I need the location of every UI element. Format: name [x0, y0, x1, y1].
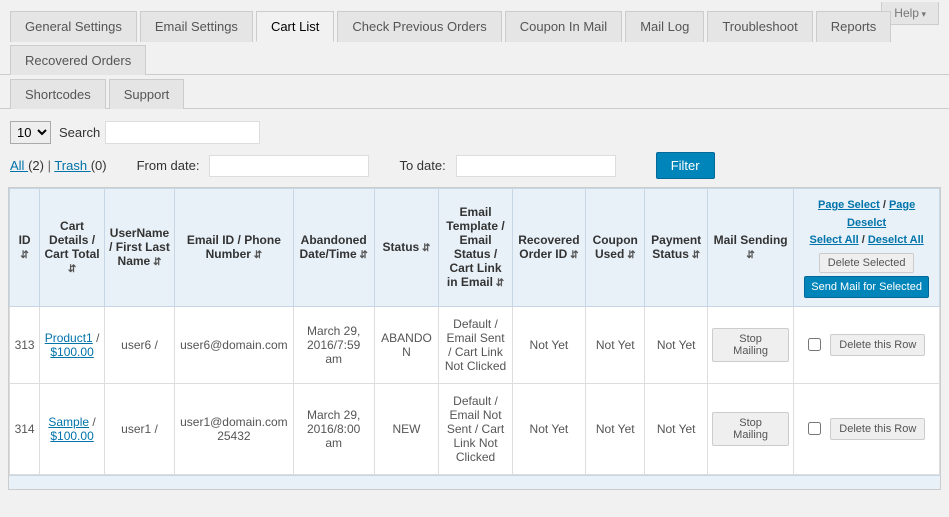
- row-checkbox[interactable]: [808, 338, 821, 351]
- product-link[interactable]: Product1: [45, 331, 93, 345]
- cart-list-table: ID Cart Details / Cart Total UserName / …: [9, 188, 940, 475]
- table-row: 313 Product1 / $100.00 user6 / user6@dom…: [10, 306, 940, 383]
- filter-links: All (2) | Trash (0): [10, 158, 107, 173]
- nav-tabs: General Settings Email Settings Cart Lis…: [0, 0, 949, 75]
- th-email[interactable]: Email ID / Phone Number: [175, 189, 294, 307]
- cell-recov: Not Yet: [512, 383, 585, 474]
- tab-recovered-orders[interactable]: Recovered Orders: [10, 45, 146, 75]
- page-select-link[interactable]: Page Select: [818, 199, 880, 211]
- tab-coupon-in-mail[interactable]: Coupon In Mail: [505, 11, 622, 42]
- th-status[interactable]: Status: [374, 189, 439, 307]
- from-date-label: From date:: [137, 158, 200, 173]
- cell-mail: Stop Mailing: [707, 383, 793, 474]
- cell-status: NEW: [374, 383, 439, 474]
- th-pay[interactable]: Payment Status: [645, 189, 708, 307]
- to-date-label: To date:: [399, 158, 445, 173]
- filter-trash-link[interactable]: Trash: [54, 158, 90, 173]
- select-all-link[interactable]: Select All: [810, 234, 859, 246]
- search-label: Search: [59, 125, 100, 140]
- delete-selected-button[interactable]: Delete Selected: [819, 253, 915, 273]
- tab-shortcodes[interactable]: Shortcodes: [10, 79, 106, 109]
- table-footer-strip: [9, 475, 940, 489]
- filter-all-link[interactable]: All: [10, 158, 28, 173]
- table-row: 314 Sample / $100.00 user1 / user1@domai…: [10, 383, 940, 474]
- th-user[interactable]: UserName / First Last Name: [104, 189, 174, 307]
- cell-coupon: Not Yet: [586, 306, 645, 383]
- product-link[interactable]: Sample: [48, 415, 89, 429]
- th-mail[interactable]: Mail Sending: [707, 189, 793, 307]
- filter-button[interactable]: Filter: [656, 152, 715, 179]
- cell-email: user6@domain.com: [175, 306, 294, 383]
- cell-date: March 29, 2016/7:59 am: [293, 306, 374, 383]
- deselect-all-link[interactable]: Deselct All: [868, 234, 924, 246]
- cell-actions: Delete this Row: [794, 383, 940, 474]
- cell-coupon: Not Yet: [586, 383, 645, 474]
- to-date-input[interactable]: [456, 155, 616, 177]
- cell-id: 313: [10, 306, 40, 383]
- cell-pay: Not Yet: [645, 383, 708, 474]
- tab-check-previous-orders[interactable]: Check Previous Orders: [337, 11, 501, 42]
- th-actions: Page Select / Page Deselct Select All / …: [794, 189, 940, 307]
- tab-general-settings[interactable]: General Settings: [10, 11, 137, 42]
- cell-user: user6 /: [104, 306, 174, 383]
- tab-cart-list[interactable]: Cart List: [256, 11, 334, 42]
- cell-cart: Product1 / $100.00: [40, 306, 105, 383]
- cell-recov: Not Yet: [512, 306, 585, 383]
- cell-cart: Sample / $100.00: [40, 383, 105, 474]
- tab-support[interactable]: Support: [109, 79, 185, 109]
- row-checkbox[interactable]: [808, 422, 821, 435]
- cell-pay: Not Yet: [645, 306, 708, 383]
- search-input[interactable]: [105, 121, 260, 144]
- nav-tabs-row2: Shortcodes Support: [0, 75, 949, 109]
- tab-reports[interactable]: Reports: [816, 11, 892, 42]
- cell-email: user1@domain.com 25432: [175, 383, 294, 474]
- tab-mail-log[interactable]: Mail Log: [625, 11, 704, 42]
- th-coupon[interactable]: Coupon Used: [586, 189, 645, 307]
- th-date[interactable]: Abandoned Date/Time: [293, 189, 374, 307]
- cell-user: user1 /: [104, 383, 174, 474]
- delete-row-button[interactable]: Delete this Row: [830, 418, 925, 440]
- cell-date: March 29, 2016/8:00 am: [293, 383, 374, 474]
- th-recov[interactable]: Recovered Order ID: [512, 189, 585, 307]
- th-cart[interactable]: Cart Details / Cart Total: [40, 189, 105, 307]
- cell-id: 314: [10, 383, 40, 474]
- cell-status: ABANDON: [374, 306, 439, 383]
- cart-total-link[interactable]: $100.00: [50, 345, 93, 359]
- cell-actions: Delete this Row: [794, 306, 940, 383]
- cell-mail: Stop Mailing: [707, 306, 793, 383]
- send-mail-selected-button[interactable]: Send Mail for Selected: [804, 276, 929, 298]
- cart-total-link[interactable]: $100.00: [50, 429, 93, 443]
- tab-troubleshoot[interactable]: Troubleshoot: [707, 11, 812, 42]
- stop-mailing-button[interactable]: Stop Mailing: [712, 328, 789, 362]
- from-date-input[interactable]: [209, 155, 369, 177]
- tab-email-settings[interactable]: Email Settings: [140, 11, 253, 42]
- cell-template: Default / Email Sent / Cart Link Not Cli…: [439, 306, 512, 383]
- th-template[interactable]: Email Template / Email Status / Cart Lin…: [439, 189, 512, 307]
- cell-template: Default / Email Not Sent / Cart Link Not…: [439, 383, 512, 474]
- page-length-select[interactable]: 10: [10, 121, 51, 144]
- stop-mailing-button[interactable]: Stop Mailing: [712, 412, 789, 446]
- th-id[interactable]: ID: [10, 189, 40, 307]
- delete-row-button[interactable]: Delete this Row: [830, 334, 925, 356]
